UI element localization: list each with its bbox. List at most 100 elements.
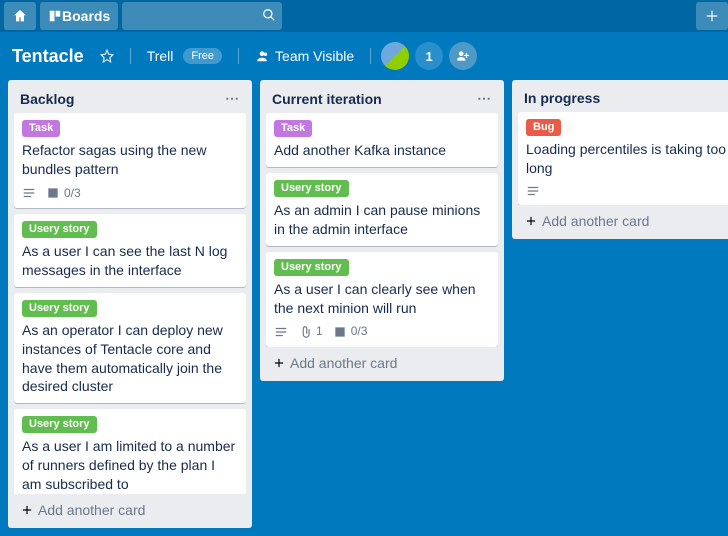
divider — [130, 48, 131, 64]
description-icon — [526, 184, 540, 198]
card-title: As an operator I can deploy new instance… — [22, 321, 238, 397]
card[interactable]: Usery story As an admin I can pause minio… — [266, 173, 498, 246]
star-icon — [100, 49, 114, 63]
search-input[interactable] — [122, 2, 282, 30]
top-bar: Boards — [0, 0, 728, 32]
divider — [370, 48, 371, 64]
plus-icon — [272, 356, 286, 370]
description-icon — [22, 186, 36, 200]
card[interactable]: Usery story As an operator I can deploy n… — [14, 293, 246, 404]
card-label[interactable]: Usery story — [22, 221, 97, 238]
card-title: Add another Kafka instance — [274, 141, 490, 160]
visibility-label: Team Visible — [275, 48, 354, 64]
add-card-button[interactable]: Add another card — [518, 205, 728, 233]
card-title: As a user I can see the last N log messa… — [22, 242, 238, 280]
star-button[interactable] — [94, 45, 120, 67]
list-menu-button[interactable]: ⋯ — [225, 90, 240, 107]
search-icon — [262, 8, 276, 22]
description-badge — [22, 186, 36, 200]
card[interactable]: Task Refactor sagas using the new bundles… — [14, 113, 246, 208]
board-name[interactable]: Tentacle — [12, 46, 84, 67]
list-title[interactable]: Backlog — [20, 91, 74, 107]
add-card-button[interactable]: Add another card — [266, 347, 498, 375]
cards-container: Task Add another Kafka instance Usery stor… — [266, 113, 498, 347]
org-name: Trell — [147, 48, 174, 64]
plus-icon — [705, 9, 719, 23]
card[interactable]: Usery story As a user I can clearly see w… — [266, 252, 498, 347]
checklist-badge: 0/3 — [333, 323, 368, 339]
card-labels: Usery story — [274, 259, 490, 276]
card-label[interactable]: Usery story — [274, 180, 349, 197]
add-card-button[interactable]: Add another card — [14, 494, 246, 522]
card-labels: Usery story — [22, 300, 238, 317]
card-title: As an admin I can pause minions in the a… — [274, 201, 490, 239]
add-card-label: Add another card — [542, 213, 649, 229]
card[interactable]: Task Add another Kafka instance — [266, 113, 498, 167]
checklist-icon — [46, 186, 60, 200]
card-label[interactable]: Task — [274, 120, 312, 137]
list-menu-button[interactable]: ⋯ — [477, 90, 492, 107]
card-badges — [526, 184, 728, 198]
card-title: Refactor sagas using the new bundles pat… — [22, 141, 238, 179]
member-avatars: 1 — [381, 42, 477, 70]
board-canvas: Backlog ⋯ Task Refactor sagas using the new… — [0, 80, 728, 536]
card-labels: Usery story — [22, 416, 238, 433]
list-header: Backlog ⋯ — [14, 86, 246, 113]
add-card-label: Add another card — [290, 355, 397, 371]
list-title[interactable]: In progress — [524, 90, 600, 106]
card[interactable]: Usery story As a user I am limited to a n… — [14, 409, 246, 494]
list: Current iteration ⋯ Task Add another Kafka … — [260, 80, 504, 381]
card-badges: 1 0/3 — [274, 323, 490, 339]
checklist-icon — [333, 325, 347, 339]
card[interactable]: BugLoading percentiles is taking too lon… — [518, 112, 728, 205]
divider — [238, 48, 239, 64]
description-badge — [274, 325, 288, 339]
card-title: As a user I am limited to a number of ru… — [22, 437, 238, 494]
member-count[interactable]: 1 — [415, 42, 443, 70]
board-header: Tentacle Trell Free Team Visible 1 — [0, 32, 728, 80]
card-label[interactable]: Bug — [526, 119, 561, 136]
checklist-badge: 0/3 — [46, 185, 81, 201]
card-label[interactable]: Task — [22, 120, 60, 137]
card-labels: Bug — [526, 119, 728, 136]
plus-icon — [524, 214, 538, 228]
list-title[interactable]: Current iteration — [272, 91, 382, 107]
add-card-label: Add another card — [38, 502, 145, 518]
attachment-icon — [298, 325, 312, 339]
card-label[interactable]: Usery story — [274, 259, 349, 276]
checklist-count: 0/3 — [351, 323, 368, 339]
card-labels: Task — [274, 120, 490, 137]
card-badges: 0/3 — [22, 185, 238, 201]
plus-icon — [20, 503, 34, 517]
org-plan-badge: Free — [183, 48, 222, 64]
card-labels: Usery story — [22, 221, 238, 238]
list-header: In progress — [518, 86, 728, 112]
home-button[interactable] — [4, 2, 36, 30]
list: In progress BugLoading percentiles is tak… — [512, 80, 728, 239]
person-add-icon — [456, 49, 470, 63]
attachment-count: 1 — [316, 323, 323, 339]
cards-container: Task Refactor sagas using the new bundles… — [14, 113, 246, 494]
list-header: Current iteration ⋯ — [266, 86, 498, 113]
member-avatar[interactable] — [381, 42, 409, 70]
topbar-right-button[interactable] — [696, 2, 728, 30]
invite-button[interactable] — [449, 42, 477, 70]
card-title: As a user I can clearly see when the nex… — [274, 280, 490, 318]
cards-container: BugLoading percentiles is taking too lon… — [518, 112, 728, 205]
list: Backlog ⋯ Task Refactor sagas using the new… — [8, 80, 252, 528]
attachment-badge: 1 — [298, 323, 323, 339]
card-labels: Usery story — [274, 180, 490, 197]
visibility-button[interactable]: Team Visible — [249, 44, 360, 68]
checklist-count: 0/3 — [64, 185, 81, 201]
boards-icon — [48, 9, 62, 23]
boards-label: Boards — [62, 8, 110, 24]
people-icon — [255, 49, 269, 63]
org-button[interactable]: Trell Free — [141, 44, 228, 68]
card-labels: Task — [22, 120, 238, 137]
card-label[interactable]: Usery story — [22, 416, 97, 433]
description-icon — [274, 325, 288, 339]
boards-button[interactable]: Boards — [40, 2, 118, 30]
card-label[interactable]: Usery story — [22, 300, 97, 317]
card[interactable]: Usery story As a user I can see the last … — [14, 214, 246, 287]
home-icon — [12, 8, 28, 24]
